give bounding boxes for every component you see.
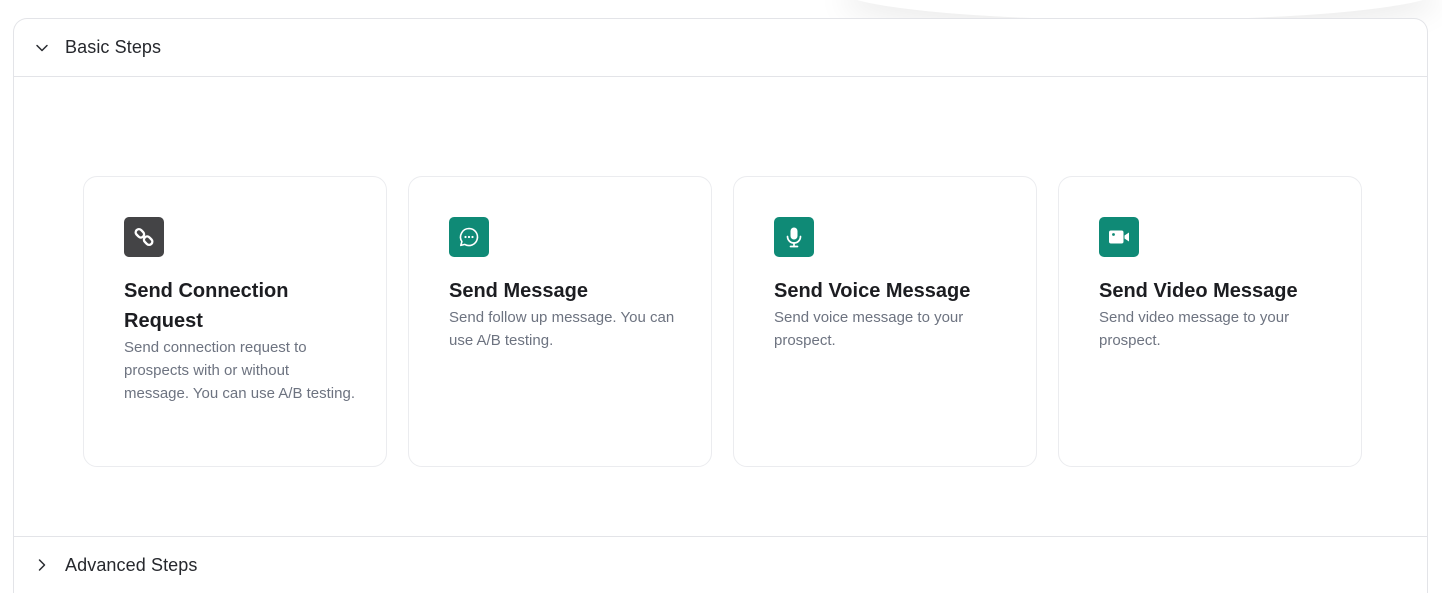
chat-bubble-icon [449, 217, 489, 257]
chevron-right-icon [34, 557, 50, 573]
send-voice-message-card[interactable]: Send Voice Message Send voice message to… [733, 176, 1037, 467]
send-video-message-card[interactable]: Send Video Message Send video message to… [1058, 176, 1362, 467]
card-description: Send connection request to prospects wit… [124, 339, 355, 402]
chevron-down-icon [34, 40, 50, 56]
card-title: Send Message [449, 280, 588, 302]
basic-steps-header[interactable]: Basic Steps [14, 19, 1427, 77]
basic-steps-title: Basic Steps [65, 37, 162, 57]
advanced-steps-header[interactable]: Advanced Steps [14, 536, 1427, 593]
decorative-shadow [840, 0, 1440, 20]
card-title: Send Connection Request [124, 280, 289, 332]
basic-steps-cards: Send Connection Request Send connection … [83, 176, 1362, 467]
link-icon [124, 217, 164, 257]
advanced-steps-title: Advanced Steps [65, 554, 198, 575]
card-description: Send follow up message. You can use A/B … [449, 309, 675, 349]
card-title: Send Voice Message [774, 280, 971, 302]
microphone-icon [774, 217, 814, 257]
send-message-card[interactable]: Send Message Send follow up message. You… [408, 176, 712, 467]
card-description: Send video message to your prospect. [1099, 309, 1290, 349]
card-title: Send Video Message [1099, 280, 1298, 302]
steps-panel: Basic Steps Send Connection Request Send… [13, 18, 1428, 593]
card-description: Send voice message to your prospect. [774, 309, 964, 349]
send-connection-request-card[interactable]: Send Connection Request Send connection … [83, 176, 387, 467]
video-camera-icon [1099, 217, 1139, 257]
